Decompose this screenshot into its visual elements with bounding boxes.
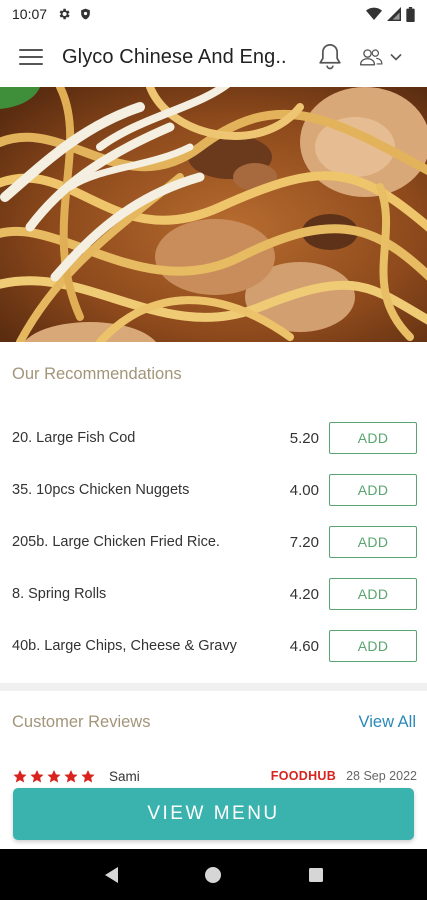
food-photo-noodles — [0, 87, 427, 342]
list-item: 40b. Large Chips, Cheese & Gravy 4.60 AD… — [0, 620, 427, 672]
item-name: 205b. Large Chicken Fried Rice. — [12, 534, 220, 550]
star-icon — [64, 769, 78, 782]
shield-icon — [81, 8, 90, 20]
add-button[interactable]: ADD — [329, 422, 417, 454]
add-button[interactable]: ADD — [329, 578, 417, 610]
star-icon — [47, 769, 61, 782]
list-item: 35. 10pcs Chicken Nuggets 4.00 ADD — [0, 464, 427, 516]
review-source-logo: FOODHUB — [270, 769, 337, 783]
chevron-down-icon — [390, 53, 402, 61]
item-price: 4.00 — [289, 481, 319, 499]
item-price: 5.20 — [289, 429, 319, 447]
item-price: 4.60 — [289, 637, 319, 655]
star-icon — [13, 769, 27, 782]
signal-icon — [387, 7, 401, 21]
recents-icon[interactable] — [296, 855, 336, 895]
list-item: 8. Spring Rolls 4.20 ADD — [0, 568, 427, 620]
recommendations-list: 20. Large Fish Cod 5.20 ADD 35. 10pcs Ch… — [0, 412, 427, 672]
reviewer-name: Sami — [109, 768, 140, 784]
add-button[interactable]: ADD — [329, 630, 417, 662]
battery-icon — [406, 6, 415, 22]
review-item: Sami FOODHUB 28 Sep 2022 — [12, 764, 417, 788]
menu-icon[interactable] — [18, 46, 44, 68]
view-menu-button[interactable]: VIEW MENU — [13, 788, 414, 840]
recommendations-heading: Our Recommendations — [12, 365, 182, 383]
status-time: 10:07 — [12, 6, 48, 22]
gear-icon — [59, 8, 70, 20]
item-name: 20. Large Fish Cod — [12, 430, 136, 446]
list-item: 20. Large Fish Cod 5.20 ADD — [0, 412, 427, 464]
item-price: 4.20 — [289, 585, 319, 603]
star-icon — [81, 769, 95, 782]
item-name: 35. 10pcs Chicken Nuggets — [12, 482, 190, 498]
app-screen: 10:07 Glyco Chinese And Eng.. Our Recomm… — [0, 0, 427, 900]
item-name: 40b. Large Chips, Cheese & Gravy — [12, 638, 237, 654]
reviews-heading: Customer Reviews — [12, 713, 151, 731]
home-icon[interactable] — [193, 855, 233, 895]
user-group-icon — [359, 49, 383, 66]
view-all-reviews-link[interactable]: View All — [359, 713, 416, 732]
add-button[interactable]: ADD — [329, 474, 417, 506]
status-right-icons — [366, 6, 415, 22]
restaurant-title: Glyco Chinese And Eng.. — [62, 45, 287, 68]
back-icon[interactable] — [91, 855, 131, 895]
list-item: 205b. Large Chicken Fried Rice. 7.20 ADD — [0, 516, 427, 568]
item-name: 8. Spring Rolls — [12, 586, 107, 602]
section-divider — [0, 683, 427, 691]
system-nav-bar — [0, 849, 427, 900]
item-price: 7.20 — [289, 533, 319, 551]
star-rating — [12, 769, 96, 784]
star-icon — [30, 769, 44, 782]
add-button[interactable]: ADD — [329, 526, 417, 558]
bell-icon[interactable] — [316, 42, 344, 72]
hero-food-image — [0, 87, 427, 342]
status-left-icons — [57, 7, 92, 21]
review-date: 28 Sep 2022 — [346, 769, 417, 783]
app-bar: Glyco Chinese And Eng.. — [0, 28, 427, 86]
status-bar: 10:07 — [0, 0, 427, 28]
wifi-icon — [366, 7, 382, 20]
account-menu-button[interactable] — [358, 47, 402, 67]
